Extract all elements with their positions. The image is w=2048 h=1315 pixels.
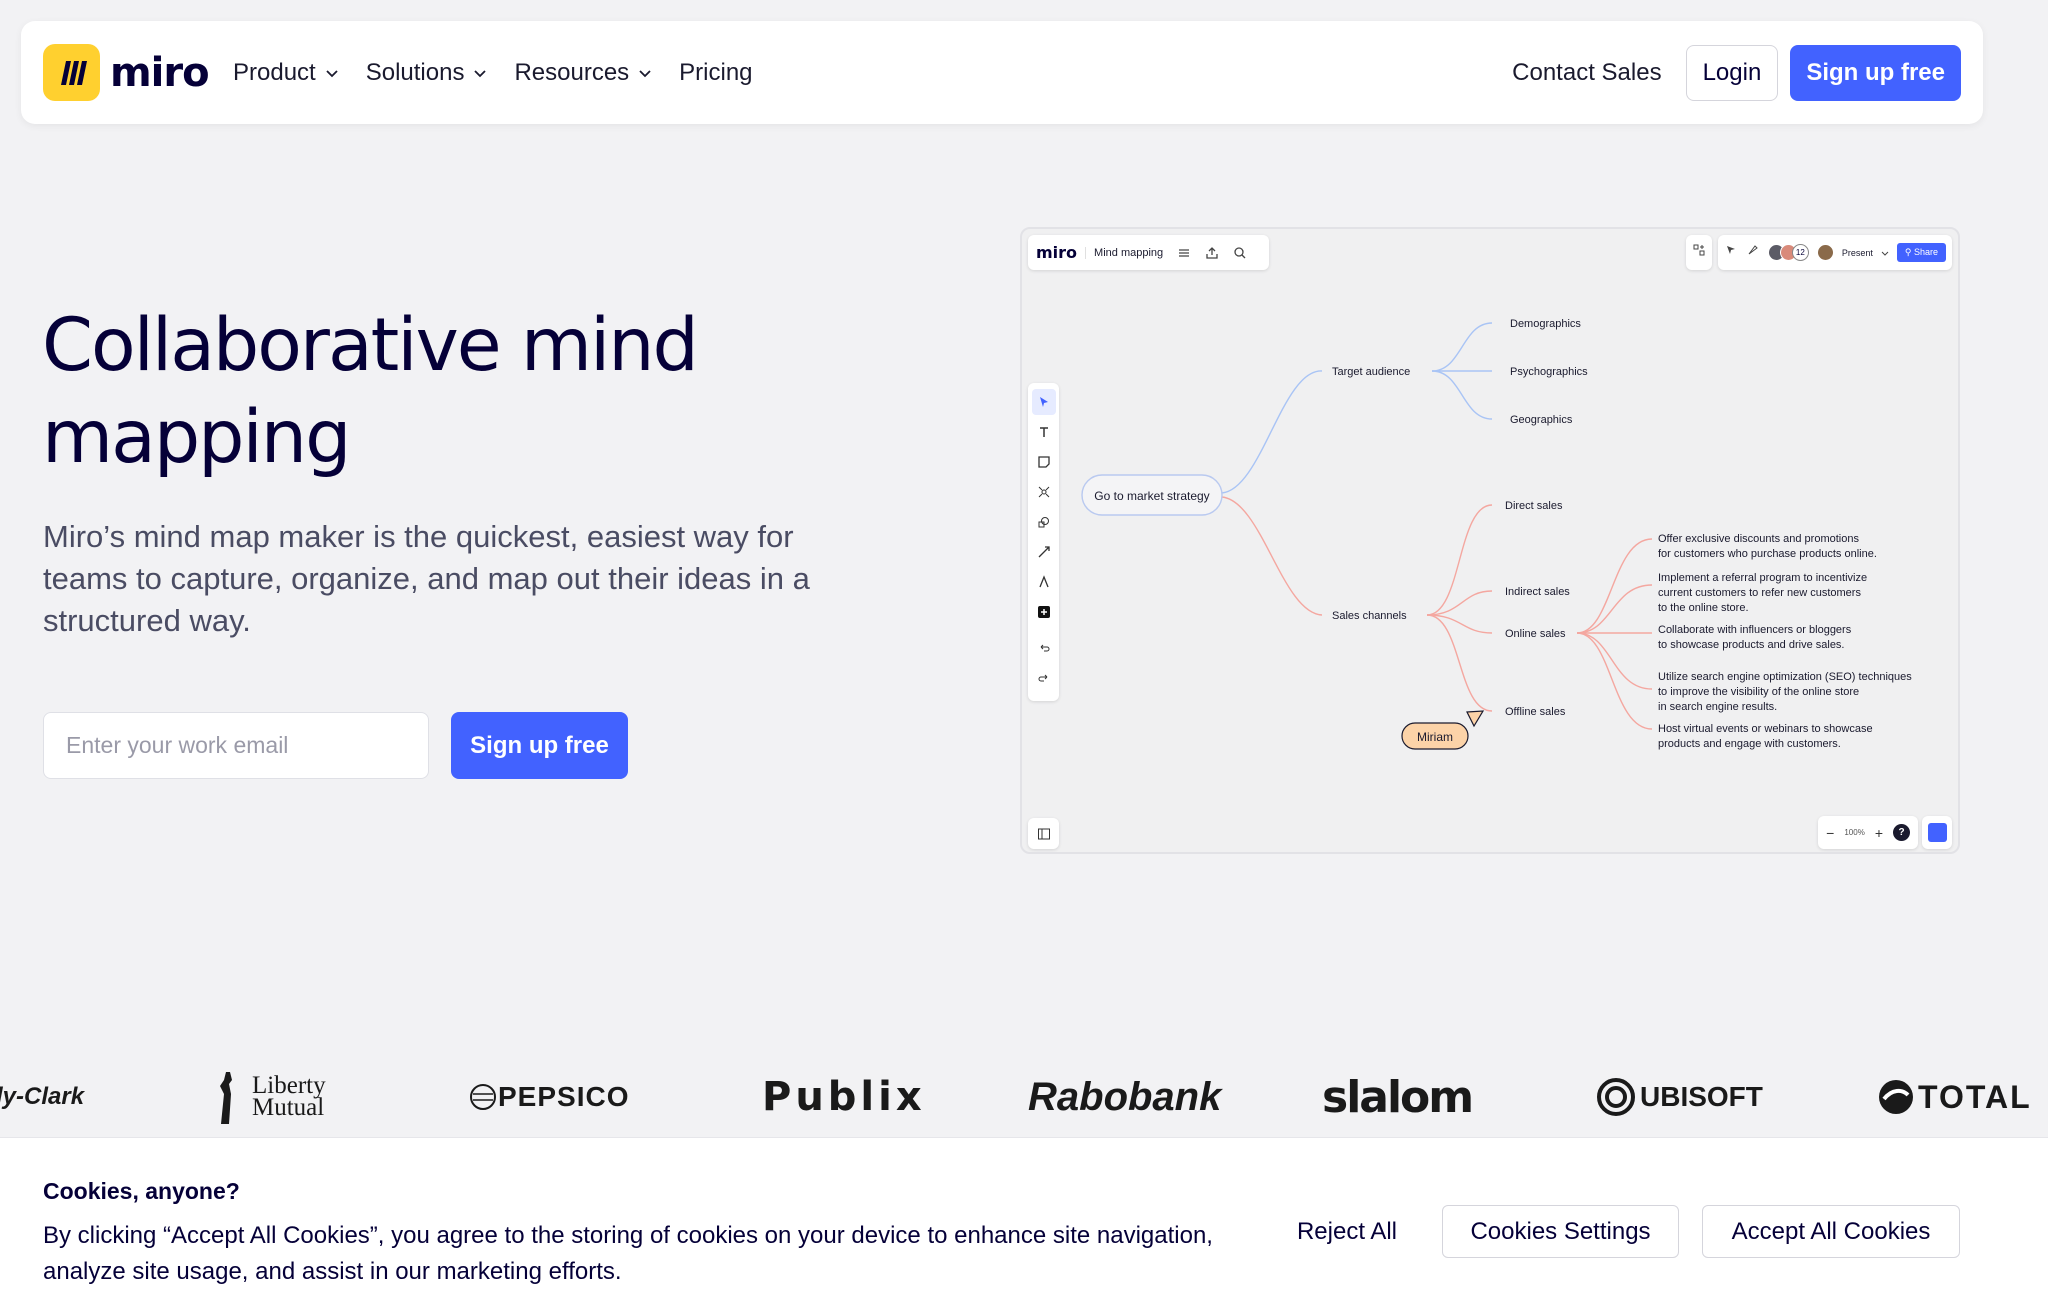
collaborator-count[interactable]: 12: [1791, 244, 1809, 261]
mindmap-child-label: Geographics: [1510, 414, 1573, 426]
connector-line-icon[interactable]: [1032, 539, 1056, 565]
kimberly-clark-logo: ly-Clark: [0, 1083, 85, 1110]
share-label: Share: [1913, 247, 1938, 257]
liberty-mutual-logo: Liberty Mutual: [208, 1052, 326, 1142]
apps-icon[interactable]: [1692, 243, 1706, 262]
mindmap-child-label: Direct sales: [1505, 500, 1563, 512]
board-miro-logo[interactable]: miro: [1036, 243, 1077, 262]
redo-icon[interactable]: [1032, 665, 1056, 691]
chevron-down-icon[interactable]: [1881, 244, 1889, 262]
mind-map-board-preview: Go to market strategy Target audience De…: [1020, 227, 1960, 854]
miro-logo[interactable]: miro: [43, 44, 210, 101]
reject-all-button[interactable]: Reject All: [1270, 1205, 1424, 1258]
board-name[interactable]: Mind mapping: [1085, 246, 1163, 259]
mind-map-tool-icon[interactable]: [1032, 479, 1056, 505]
nav-resources-label: Resources: [514, 58, 630, 86]
publix-logo: Publix: [762, 1074, 926, 1120]
nav-product[interactable]: Product: [233, 59, 340, 87]
mindmap-child-label: Demographics: [1510, 318, 1581, 330]
hero-description: Miro’s mind map maker is the quickest, e…: [43, 519, 810, 638]
total-logo: TOTAL: [1876, 1052, 2032, 1142]
cookie-title: Cookies, anyone?: [43, 1178, 240, 1204]
chevron-down-icon: [326, 69, 338, 77]
menu-icon[interactable]: [1177, 246, 1191, 260]
search-icon[interactable]: [1233, 246, 1247, 260]
mind-map-canvas: Go to market strategy Target audience De…: [1081, 318, 1912, 750]
mindmap-child-label: Offline sales: [1505, 706, 1566, 718]
pen-icon[interactable]: [1032, 569, 1056, 595]
mindmap-child-label: Online sales: [1505, 628, 1566, 640]
pepsico-wordmark: PEPSICO: [498, 1081, 630, 1112]
user-avatar[interactable]: [1816, 244, 1834, 261]
miro-logo-mark-icon: [43, 44, 100, 101]
ubisoft-logo: UBISOFT: [1596, 1052, 1763, 1142]
cookie-banner: Cookies, anyone? By clicking “Accept All…: [0, 1137, 2048, 1315]
slalom-logo: slalom: [1322, 1071, 1474, 1123]
rabobank-logo: Rabobank: [1028, 1074, 1222, 1119]
draw-icon[interactable]: [1746, 243, 1760, 262]
work-email-input[interactable]: [43, 712, 429, 779]
reactions-icon[interactable]: [1724, 243, 1738, 262]
login-button[interactable]: Login: [1685, 44, 1779, 101]
board-left-toolbar: [1028, 383, 1059, 701]
ai-assist-icon[interactable]: [1922, 816, 1952, 849]
accept-all-cookies-button[interactable]: Accept All Cookies: [1702, 1205, 1960, 1258]
sticky-note-icon[interactable]: [1032, 449, 1056, 475]
pepsico-globe-icon: [470, 1084, 496, 1110]
customer-logos-strip: ly-Clark Liberty Mutual PEPSICO Publix Ra…: [0, 1052, 2048, 1142]
zoom-level[interactable]: 100%: [1844, 828, 1864, 837]
mindmap-branch-label: Target audience: [1332, 366, 1410, 378]
mindmap-child-label: Indirect sales: [1505, 586, 1570, 598]
hero-signup-button[interactable]: Sign up free: [451, 712, 628, 779]
zoom-out-icon[interactable]: −: [1826, 825, 1834, 841]
export-icon[interactable]: [1205, 246, 1219, 260]
statue-of-liberty-icon: [220, 1072, 232, 1124]
mindmap-child-label: Psychographics: [1510, 366, 1588, 378]
nav-resources[interactable]: Resources: [514, 59, 653, 87]
cookies-settings-button[interactable]: Cookies Settings: [1442, 1205, 1679, 1258]
chevron-down-icon: [474, 69, 487, 77]
board-collab-toolbar: 12 Present ⚲ Share: [1717, 235, 1952, 270]
cursor-arrow-icon: [1466, 710, 1485, 728]
undo-icon[interactable]: [1032, 635, 1056, 661]
mindmap-idea: Implement a referral program to incentiv…: [1658, 572, 1867, 614]
top-navigation: miro Product Solutions Resources Pricing…: [21, 21, 1983, 124]
pepsico-logo: PEPSICO: [468, 1052, 629, 1142]
ubisoft-wordmark: UBISOFT: [1640, 1081, 1763, 1112]
nav-solutions[interactable]: Solutions: [366, 59, 489, 87]
cookie-text: By clicking “Accept All Cookies”, you ag…: [43, 1222, 1213, 1285]
mindmap-idea: Host virtual events or webinars to showc…: [1658, 723, 1873, 750]
ubisoft-swirl-icon: [1597, 1078, 1635, 1116]
mindmap-idea: Collaborate with influencers or bloggers…: [1658, 624, 1852, 651]
nav-signup-button[interactable]: Sign up free: [1790, 44, 1961, 101]
total-wordmark: TOTAL: [1918, 1078, 2032, 1115]
mindmap-root-label: Go to market strategy: [1094, 489, 1209, 503]
share-button[interactable]: ⚲ Share: [1896, 243, 1946, 262]
board-topbar: miro Mind mapping: [1028, 235, 1269, 270]
chevron-down-icon: [639, 69, 651, 77]
cursor-name: Miriam: [1417, 730, 1453, 744]
sidebar-toggle-icon[interactable]: [1028, 818, 1059, 849]
mindmap-idea: Utilize search engine optimization (SEO)…: [1658, 671, 1912, 713]
contact-sales-link[interactable]: Contact Sales: [1512, 59, 1661, 87]
nav-pricing-label: Pricing: [679, 58, 753, 86]
mindmap-branch-label: Sales channels: [1332, 610, 1407, 622]
hero-title: Collaborative mind mapping: [42, 303, 699, 480]
miro-wordmark: miro: [110, 49, 210, 96]
nav-solutions-label: Solutions: [365, 58, 465, 86]
select-tool-icon[interactable]: [1031, 389, 1056, 415]
nav-pricing[interactable]: Pricing: [679, 59, 752, 87]
mindmap-idea: Offer exclusive discounts and promotions…: [1658, 533, 1877, 560]
add-more-icon[interactable]: [1032, 599, 1056, 625]
zoom-in-icon[interactable]: +: [1875, 825, 1883, 841]
help-icon[interactable]: ?: [1893, 824, 1910, 841]
shapes-icon[interactable]: [1032, 509, 1056, 535]
present-button[interactable]: Present: [1842, 248, 1873, 258]
nav-product-label: Product: [233, 58, 316, 86]
text-tool-icon[interactable]: [1032, 419, 1056, 445]
liberty-mutual-line2: Mutual: [252, 1094, 325, 1121]
zoom-controls: − 100% + ?: [1818, 816, 1918, 849]
board-apps-toolbar: [1685, 235, 1712, 270]
total-swirl-icon: [1879, 1080, 1913, 1114]
